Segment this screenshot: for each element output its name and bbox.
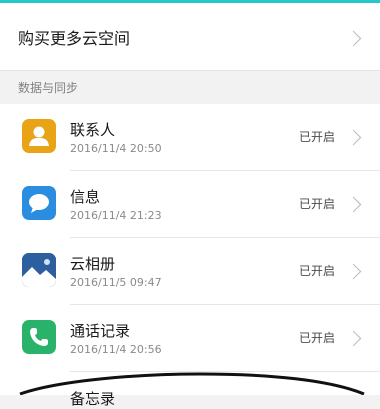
sync-item-gallery[interactable]: 云相册 2016/11/5 09:47 已开启	[0, 238, 380, 305]
section-title: 数据与同步	[18, 81, 79, 95]
chevron-right-icon	[345, 30, 362, 47]
sync-item-status: 已开启	[298, 197, 335, 211]
sync-item-status: 已开启	[298, 130, 335, 144]
sync-item-status: 已开启	[298, 331, 335, 345]
messages-icon	[22, 186, 56, 220]
sync-list: 联系人 2016/11/4 20:50 已开启 信息 2016/11/4 21:…	[0, 104, 380, 395]
partial-item-name: 备忘录	[70, 390, 116, 408]
chevron-right-icon	[345, 330, 362, 347]
sync-item-name: 通话记录	[70, 322, 131, 340]
chevron-right-icon	[345, 263, 362, 280]
section-header: 数据与同步	[0, 70, 380, 104]
buy-more-storage-label: 购买更多云空间	[18, 29, 131, 48]
chevron-right-icon	[345, 129, 362, 146]
sync-item-name: 信息	[70, 188, 101, 206]
sync-item-contacts[interactable]: 联系人 2016/11/4 20:50 已开启	[0, 104, 380, 171]
buy-more-storage-row[interactable]: 购买更多云空间	[0, 3, 380, 71]
sync-item-name: 云相册	[70, 255, 116, 273]
sync-item-time: 2016/11/4 20:56	[70, 343, 162, 356]
sync-item-time: 2016/11/5 09:47	[70, 276, 162, 289]
sync-item-status: 已开启	[298, 264, 335, 278]
gallery-icon	[22, 253, 56, 287]
call-log-icon	[22, 320, 56, 354]
sync-item-time: 2016/11/4 20:50	[70, 142, 162, 155]
annotation-scribble	[19, 372, 365, 395]
sync-item-time: 2016/11/4 21:23	[70, 209, 162, 222]
sync-item-messages[interactable]: 信息 2016/11/4 21:23 已开启	[0, 171, 380, 238]
chevron-right-icon	[345, 196, 362, 213]
contacts-icon	[22, 119, 56, 153]
sync-item-name: 联系人	[70, 121, 116, 139]
